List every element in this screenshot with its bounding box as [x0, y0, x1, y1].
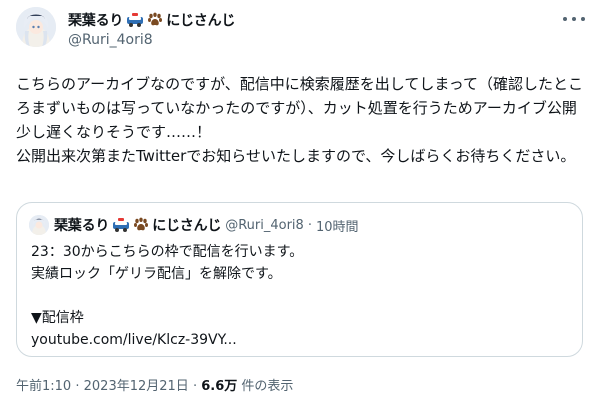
tweet-time[interactable]: 午前1:10: [16, 379, 71, 394]
quoted-tweet[interactable]: 琹葉るり にじさんじ @Ruri_4ori8 · 10時間 23：30からこちら…: [16, 202, 583, 357]
paw-print-icon: [147, 12, 163, 28]
quoted-separator: ·: [307, 217, 312, 233]
more-options-icon[interactable]: [563, 12, 585, 26]
display-name[interactable]: 琹葉るり: [68, 10, 123, 30]
tweet-text: こちらのアーカイブなのですが、配信中に検索履歴を出してしまって（確認したところま…: [16, 72, 588, 168]
display-name-suffix[interactable]: にじさんじ: [166, 10, 235, 30]
quoted-line: ▼配信枠: [31, 310, 84, 326]
tweet: 琹葉るり にじさんじ @Ruri_4ori8 こちらのアーカイブなのですが、配信…: [0, 0, 599, 409]
tweet-paragraph: こちらのアーカイブなのですが、配信中に検索履歴を出してしまって（確認したところま…: [16, 75, 584, 141]
meta-separator: ·: [75, 379, 80, 394]
views-count: 6.6万: [201, 379, 238, 394]
quoted-tweet-text: 23：30からこちらの枠で配信を行います。 実績ロック「ゲリラ配信」を解除です。…: [31, 241, 571, 351]
paw-print-icon: [133, 217, 149, 233]
author-info: 琹葉るり にじさんじ @Ruri_4ori8: [68, 10, 235, 48]
quoted-line-blank: [31, 285, 571, 307]
quoted-avatar: [29, 215, 49, 235]
quoted-link[interactable]: youtube.com/live/Klcz-39VY...: [31, 329, 571, 351]
quoted-tweet-header: 琹葉るり にじさんじ @Ruri_4ori8 · 10時間: [29, 215, 359, 235]
quoted-handle: @Ruri_4ori8: [225, 217, 304, 233]
quoted-display-name-suffix: にじさんじ: [152, 218, 222, 234]
police-car-icon: [112, 217, 130, 233]
quoted-display-name: 琹葉るり: [54, 218, 110, 234]
views-label: 件の表示: [241, 379, 294, 394]
author-handle[interactable]: @Ruri_4ori8: [68, 32, 235, 48]
quoted-time: 10時間: [315, 219, 359, 235]
quoted-line: 実績ロック「ゲリラ配信」を解除です。: [31, 266, 282, 282]
police-car-icon: [126, 12, 144, 28]
quoted-line: 23：30からこちらの枠で配信を行います。: [31, 244, 304, 260]
tweet-meta: 午前1:10 · 2023年12月21日 · 6.6万 件の表示: [16, 375, 293, 394]
meta-separator: ·: [192, 379, 198, 394]
tweet-date[interactable]: 2023年12月21日: [84, 379, 189, 394]
tweet-paragraph: 公開出来次第またTwitterでお知らせいたしますので、今しばらくお待ちください…: [16, 147, 576, 165]
author-name-row[interactable]: 琹葉るり にじさんじ: [68, 10, 235, 30]
avatar[interactable]: [16, 7, 56, 47]
